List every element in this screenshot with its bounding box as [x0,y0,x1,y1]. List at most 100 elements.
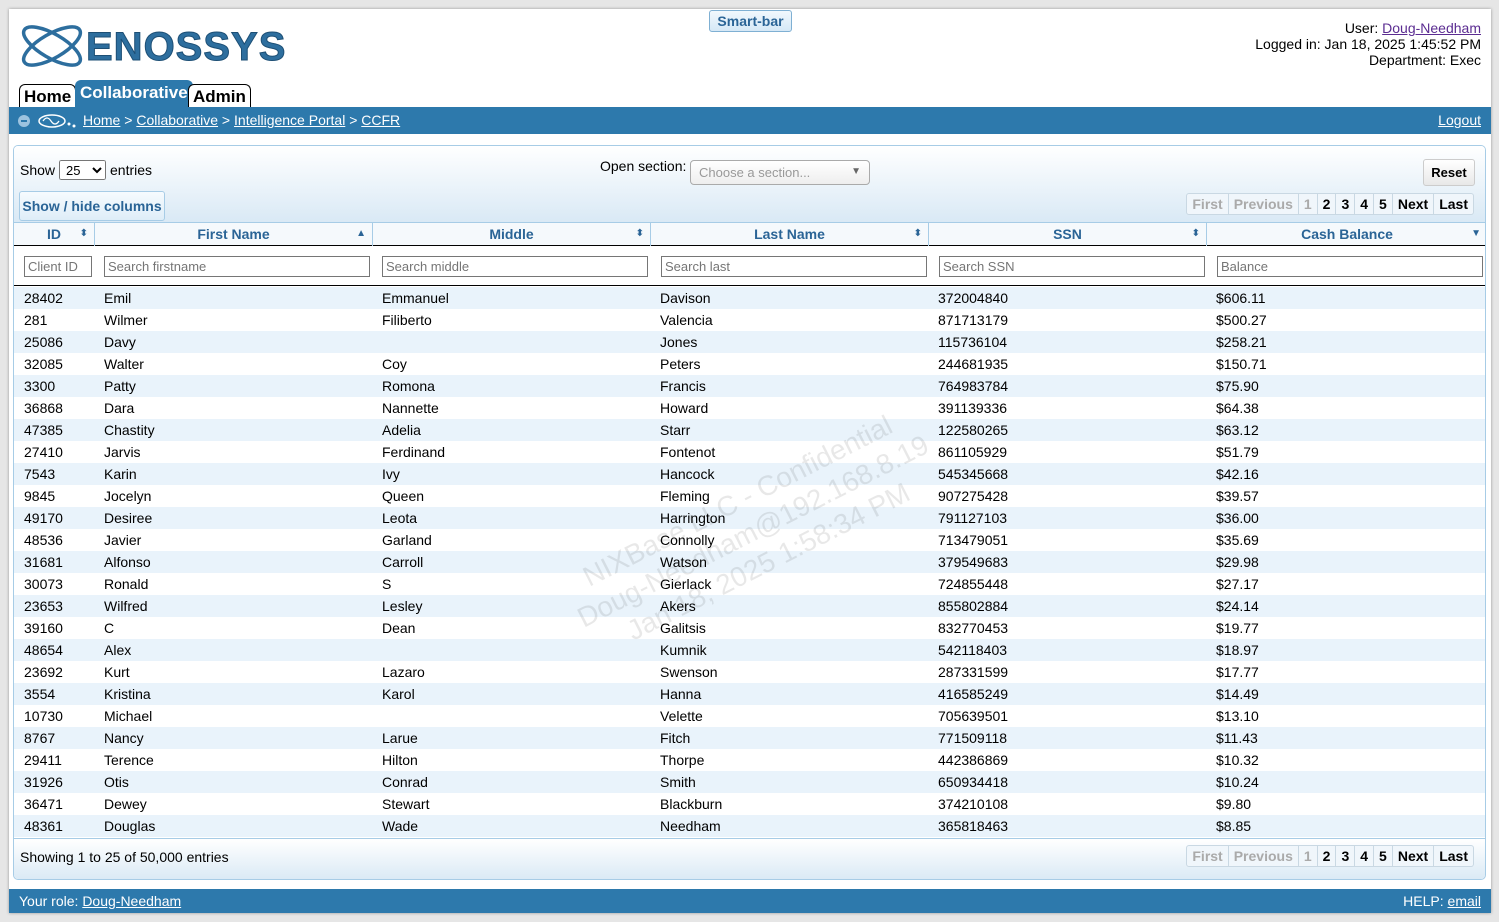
reset-button[interactable]: Reset [1423,159,1475,186]
pager-first[interactable]: First [1186,845,1229,867]
cell-id: 27410 [24,444,63,460]
table-row[interactable]: 281 Wilmer Filiberto Valencia 871713179 $500.… [14,309,1485,331]
table-row[interactable]: 9845 Jocelyn Queen Fleming 907275428 $39.57 [14,485,1485,507]
breadcrumb-home[interactable]: Home [83,112,120,128]
table-row[interactable]: 27410 Jarvis Ferdinand Fontenot 861105929 $51… [14,441,1485,463]
cell-cash-balance: $9.80 [1216,796,1252,812]
cell-last-name: Velette [660,708,703,724]
user-info: User: Doug-Needham Logged in: Jan 18, 20… [1255,20,1481,68]
cell-middle: Ferdinand [382,444,446,460]
column-header-middle[interactable]: Middle ⬍ [373,223,651,246]
tab-admin[interactable]: Admin [188,84,251,108]
cell-last-name: Blackburn [660,796,723,812]
cell-ssn: 391139336 [938,400,1008,416]
table-row[interactable]: 31926 Otis Conrad Smith 650934418 $10.24 [14,771,1485,793]
pager-previous[interactable]: Previous [1228,845,1299,867]
table-row[interactable]: 10730 Michael Velette 705639501 $13.10 [14,705,1485,727]
help-email-link[interactable]: email [1448,893,1481,909]
pager-page-3[interactable]: 3 [1336,193,1356,215]
cell-first-name: Chastity [104,422,155,438]
cell-id: 36868 [24,400,63,416]
table-row[interactable]: 30073 Ronald S Gierlack 724855448 $27.17 [14,573,1485,595]
cell-last-name: Hanna [660,686,702,702]
table-row[interactable]: 3300 Patty Romona Francis 764983784 $75.90 [14,375,1485,397]
breadcrumb-intelligence-portal[interactable]: Intelligence Portal [234,112,345,128]
pager-page-4[interactable]: 4 [1355,193,1375,215]
table-row[interactable]: 23692 Kurt Lazaro Swenson 287331599 $17.77 [14,661,1485,683]
pagination-bottom: First Previous 1 2 3 4 5 Next Last [1186,845,1474,867]
table-row[interactable]: 31681 Alfonso Carroll Watson 379549683 $29.98 [14,551,1485,573]
cell-cash-balance: $150.71 [1216,356,1267,372]
table-row[interactable]: 39160 C Dean Galitsis 832770453 $19.77 [14,617,1485,639]
cell-middle: Nannette [382,400,439,416]
pager-page-2[interactable]: 2 [1317,193,1337,215]
table-row[interactable]: 48654 Alex Kumnik 542118403 $18.97 [14,639,1485,661]
pager-last[interactable]: Last [1434,193,1474,215]
filter-firstname[interactable] [104,256,370,277]
table-row[interactable]: 7543 Karin Ivy Hancock 545345668 $42.16 [14,463,1485,485]
pager-next[interactable]: Next [1392,193,1435,215]
tab-collaborative[interactable]: Collaborative [75,80,193,108]
table-row[interactable]: 28402 Emil Emmanuel Davison 372004840 $606.11 [14,287,1485,309]
cell-cash-balance: $19.77 [1216,620,1259,636]
table-row[interactable]: 49170 Desiree Leota Harrington 791127103 $36.… [14,507,1485,529]
cell-middle: Stewart [382,796,430,812]
smart-bar-button[interactable]: Smart-bar [709,10,792,32]
table-row[interactable]: 23653 Wilfred Lesley Akers 855802884 $24.14 [14,595,1485,617]
pager-last[interactable]: Last [1434,845,1474,867]
table-row[interactable]: 48361 Douglas Wade Needham 365818463 $8.85 [14,815,1485,837]
pager-first[interactable]: First [1186,193,1229,215]
column-header-cash-balance[interactable]: Cash Balance ▼ [1207,223,1485,246]
breadcrumb-ccfr[interactable]: CCFR [361,112,400,128]
pager-page-4[interactable]: 4 [1355,845,1375,867]
cell-first-name: C [104,620,115,636]
show-hide-columns-button[interactable]: Show / hide columns [19,191,165,221]
collapse-icon[interactable] [18,115,30,127]
column-header-ssn[interactable]: SSN ⬍ [929,223,1207,246]
pager-next[interactable]: Next [1392,845,1435,867]
column-header-id[interactable]: ID ⬍ [14,223,95,246]
user-name-link[interactable]: Doug-Needham [1382,20,1481,36]
breadcrumb-collaborative[interactable]: Collaborative [136,112,218,128]
table-row[interactable]: 48536 Javier Garland Connolly 713479051 $35.6… [14,529,1485,551]
table-row[interactable]: 36868 Dara Nannette Howard 391139336 $64.38 [14,397,1485,419]
pager-page-5[interactable]: 5 [1374,845,1393,867]
filter-client-id[interactable] [24,256,92,277]
filter-balance[interactable] [1217,256,1483,277]
cell-id: 29411 [24,752,62,768]
column-header-first-name[interactable]: First Name ▲ [95,223,373,246]
cell-first-name: Dewey [104,796,147,812]
filter-ssn[interactable] [939,256,1205,277]
table-row[interactable]: 8767 Nancy Larue Fitch 771509118 $11.43 [14,727,1485,749]
open-section-dropdown[interactable]: Choose a section... ▼ [690,160,870,185]
table-row[interactable]: 32085 Walter Coy Peters 244681935 $150.71 [14,353,1485,375]
pager-previous[interactable]: Previous [1228,193,1299,215]
column-header-last-name[interactable]: Last Name ⬍ [651,223,929,246]
table-row[interactable]: 36471 Dewey Stewart Blackburn 374210108 $9.80 [14,793,1485,815]
pager-page-2[interactable]: 2 [1317,845,1337,867]
table-row[interactable]: 29411 Terence Hilton Thorpe 442386869 $10.32 [14,749,1485,771]
cell-ssn: 122580265 [938,422,1009,438]
page-length-select[interactable]: 102550100 [59,160,106,180]
cell-id: 23692 [24,664,63,680]
cell-cash-balance: $51.79 [1216,444,1259,460]
pager-page-1[interactable]: 1 [1298,845,1318,867]
table-row[interactable]: 47385 Chastity Adelia Starr 122580265 $63.12 [14,419,1485,441]
filter-middle[interactable] [382,256,648,277]
role-link[interactable]: Doug-Needham [82,893,181,909]
pager-page-3[interactable]: 3 [1336,845,1356,867]
column-label: ID [47,226,61,242]
show-label: Show [20,162,56,178]
cell-last-name: Akers [660,598,696,614]
tab-home[interactable]: Home [19,84,77,108]
column-label: First Name [197,226,270,242]
table-info: Showing 1 to 25 of 50,000 entries [20,849,229,865]
filter-last[interactable] [661,256,927,277]
entries-label: entries [110,162,153,178]
pager-page-5[interactable]: 5 [1374,193,1393,215]
logo-mini-icon [38,114,76,128]
pager-page-1[interactable]: 1 [1298,193,1318,215]
logout-link[interactable]: Logout [1438,112,1481,128]
table-row[interactable]: 25086 Davy Jones 115736104 $258.21 [14,331,1485,353]
table-row[interactable]: 3554 Kristina Karol Hanna 416585249 $14.49 [14,683,1485,705]
